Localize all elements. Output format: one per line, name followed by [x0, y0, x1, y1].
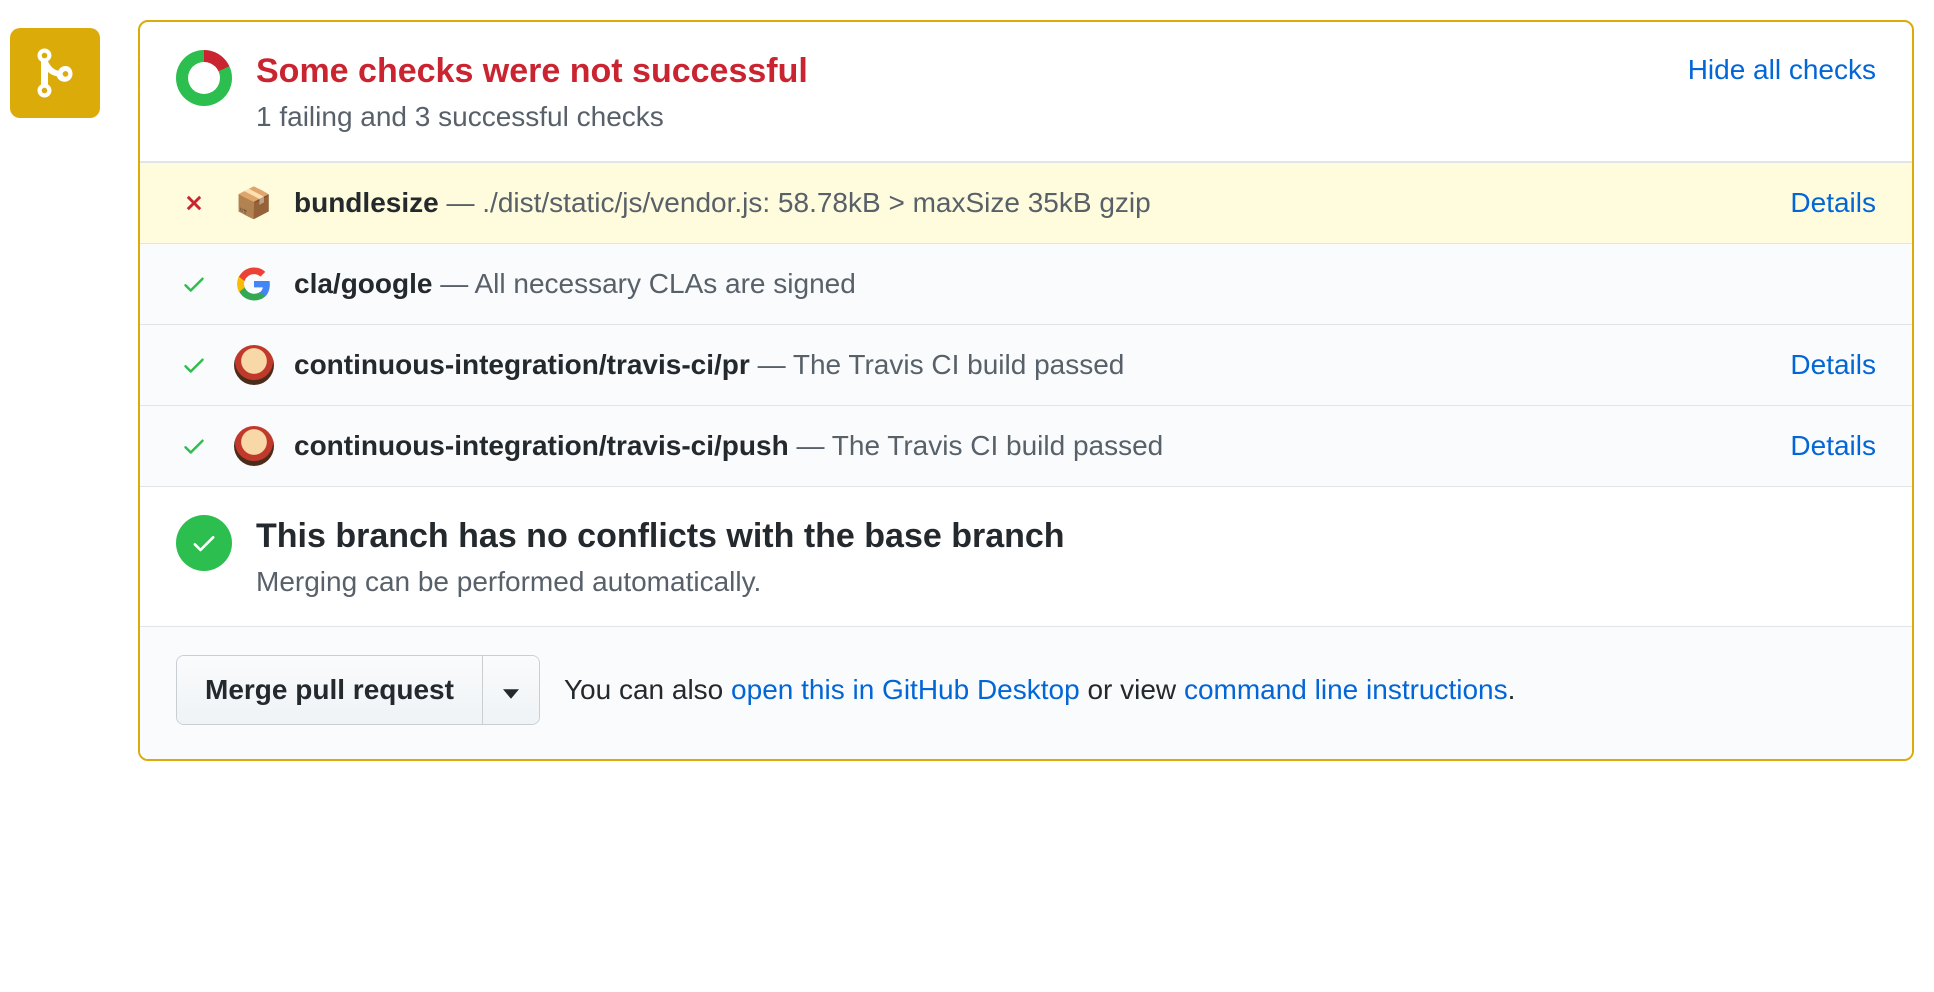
check-icon — [181, 433, 207, 459]
check-name: bundlesize — [294, 187, 439, 218]
merge-help-suffix: . — [1508, 674, 1516, 705]
check-avatar — [234, 264, 274, 304]
check-name: continuous-integration/travis-ci/pr — [294, 349, 750, 380]
check-desc: ./dist/static/js/vendor.js: 58.78kB > ma… — [482, 187, 1150, 218]
check-desc: The Travis CI build passed — [793, 349, 1125, 380]
check-status-icon — [176, 271, 212, 297]
hide-all-checks-link[interactable]: Hide all checks — [1688, 54, 1876, 86]
package-icon: 📦 — [235, 186, 272, 221]
merge-pull-request-button[interactable]: Merge pull request — [177, 656, 482, 724]
command-line-instructions-link[interactable]: command line instructions — [1184, 674, 1508, 705]
check-details-link[interactable]: Details — [1790, 349, 1876, 381]
merge-status-panel: Some checks were not successful 1 failin… — [138, 20, 1914, 761]
check-text: cla/google — All necessary CLAs are sign… — [294, 268, 1876, 300]
check-status-icon — [176, 192, 212, 214]
merge-help-mid: or view — [1080, 674, 1184, 705]
check-details-link[interactable]: Details — [1790, 430, 1876, 462]
merge-help-prefix: You can also — [564, 674, 731, 705]
check-avatar — [234, 345, 274, 385]
travis-ci-avatar-icon — [234, 426, 274, 466]
check-row: continuous-integration/travis-ci/pr — Th… — [140, 324, 1912, 405]
checks-summary-section: Some checks were not successful 1 failin… — [140, 22, 1912, 162]
travis-ci-avatar-icon — [234, 345, 274, 385]
check-avatar: 📦 — [234, 183, 274, 223]
checks-summary-title: Some checks were not successful — [256, 50, 1688, 93]
check-row: cla/google — All necessary CLAs are sign… — [140, 243, 1912, 324]
check-name: continuous-integration/travis-ci/push — [294, 430, 789, 461]
merge-status-badge — [10, 28, 100, 118]
check-icon — [190, 529, 218, 557]
check-text: bundlesize — ./dist/static/js/vendor.js:… — [294, 187, 1774, 219]
success-circle-icon — [176, 515, 232, 571]
caret-down-icon — [503, 689, 519, 699]
x-icon — [183, 192, 205, 214]
check-text: continuous-integration/travis-ci/push — … — [294, 430, 1774, 462]
merge-button-group: Merge pull request — [176, 655, 540, 725]
check-name: cla/google — [294, 268, 432, 299]
google-logo-icon — [236, 266, 272, 302]
check-status-icon — [176, 433, 212, 459]
merge-help-text: You can also open this in GitHub Desktop… — [564, 674, 1515, 706]
check-details-link[interactable]: Details — [1790, 187, 1876, 219]
open-github-desktop-link[interactable]: open this in GitHub Desktop — [731, 674, 1080, 705]
check-text: continuous-integration/travis-ci/pr — Th… — [294, 349, 1774, 381]
checks-summary-subtitle: 1 failing and 3 successful checks — [256, 101, 1688, 133]
check-icon — [181, 352, 207, 378]
check-row: continuous-integration/travis-ci/push — … — [140, 405, 1912, 486]
conflicts-section: This branch has no conflicts with the ba… — [140, 486, 1912, 626]
check-avatar — [234, 426, 274, 466]
check-desc: All necessary CLAs are signed — [474, 268, 855, 299]
checks-donut-icon — [176, 50, 232, 106]
check-desc: The Travis CI build passed — [832, 430, 1164, 461]
check-row: 📦 bundlesize — ./dist/static/js/vendor.js… — [140, 162, 1912, 243]
merge-options-dropdown-button[interactable] — [482, 656, 539, 724]
conflicts-subtitle: Merging can be performed automatically. — [256, 566, 1876, 598]
merge-actions-section: Merge pull request You can also open thi… — [140, 626, 1912, 759]
conflicts-title: This branch has no conflicts with the ba… — [256, 515, 1876, 558]
check-status-icon — [176, 352, 212, 378]
git-merge-icon — [30, 45, 80, 101]
check-icon — [181, 271, 207, 297]
